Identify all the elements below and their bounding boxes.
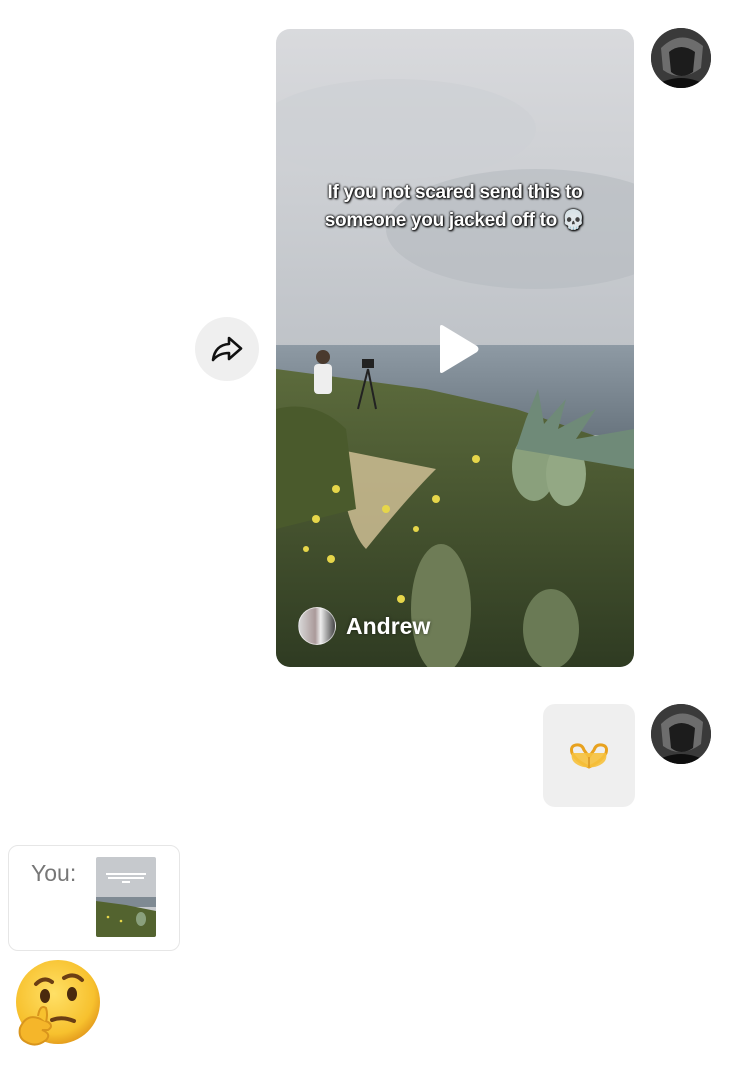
- video-caption: If you not scared send this to someone y…: [324, 182, 586, 231]
- thinking-face-emoji[interactable]: [12, 958, 104, 1050]
- user-avatar[interactable]: [651, 28, 711, 88]
- author-avatar: [298, 607, 336, 645]
- share-arrow-icon: [211, 336, 243, 362]
- heart-hands-message[interactable]: [543, 704, 635, 807]
- video-author[interactable]: Andrew: [298, 607, 430, 645]
- reply-preview[interactable]: You:: [8, 845, 180, 951]
- play-icon[interactable]: [436, 324, 480, 374]
- heart-hands-emoji: [570, 742, 608, 769]
- reply-thumbnail[interactable]: [96, 857, 156, 937]
- shared-video-card[interactable]: If you not scared send this to someone y…: [276, 29, 634, 667]
- share-button[interactable]: [195, 317, 259, 381]
- reply-label: You:: [31, 860, 77, 886]
- author-name: Andrew: [346, 612, 431, 639]
- user-avatar[interactable]: [651, 704, 711, 764]
